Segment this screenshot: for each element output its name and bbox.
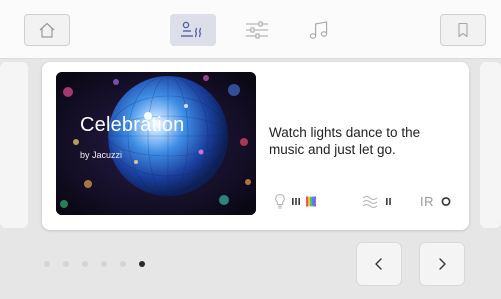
carousel-footer [0,232,501,299]
page-dot[interactable] [82,261,88,267]
intensity-bars-icon [292,198,300,205]
jet-level-bars-icon [386,198,391,205]
program-artwork: Celebration by Jacuzzi [56,72,256,215]
page-dot[interactable] [63,261,69,267]
page-dot[interactable] [120,261,126,267]
pagination-dots [44,261,145,267]
tab-settings[interactable] [234,14,280,46]
ir-status-circle-icon [441,197,451,206]
bookmark-button[interactable] [440,14,486,46]
program-subtitle: by Jacuzzi [80,150,123,160]
tab-spa[interactable] [170,14,216,46]
jets-feature [362,192,394,210]
page-dot[interactable] [44,261,50,267]
previous-button[interactable] [356,242,402,286]
ir-label: IR [420,193,434,209]
next-button[interactable] [419,242,465,286]
program-description: Watch lights dance to the music and just… [269,125,421,157]
lights-feature [274,192,318,210]
spa-icon [181,21,202,38]
chevron-left-icon [375,258,382,270]
sliders-icon [246,21,268,39]
top-bar [0,0,501,59]
water-flow-icon [362,196,378,208]
program-features: IR [274,192,464,210]
home-button[interactable] [24,14,70,46]
next-card-peek[interactable] [480,62,501,228]
tab-music[interactable] [296,14,342,46]
previous-card-peek[interactable] [0,62,28,228]
music-note-icon [309,21,328,39]
light-bulb-icon [275,193,285,209]
program-card[interactable]: Celebration by Jacuzzi Watch lights danc… [42,62,469,230]
color-spectrum-icon [305,196,317,207]
chevron-right-icon [439,258,446,270]
home-icon [39,22,55,38]
page-dot[interactable] [101,261,107,267]
disco-ball-image [56,72,256,215]
bookmark-icon [458,22,468,38]
page-dot-active[interactable] [139,261,145,267]
program-title: Celebration [80,114,185,136]
ir-feature: IR [420,192,453,210]
